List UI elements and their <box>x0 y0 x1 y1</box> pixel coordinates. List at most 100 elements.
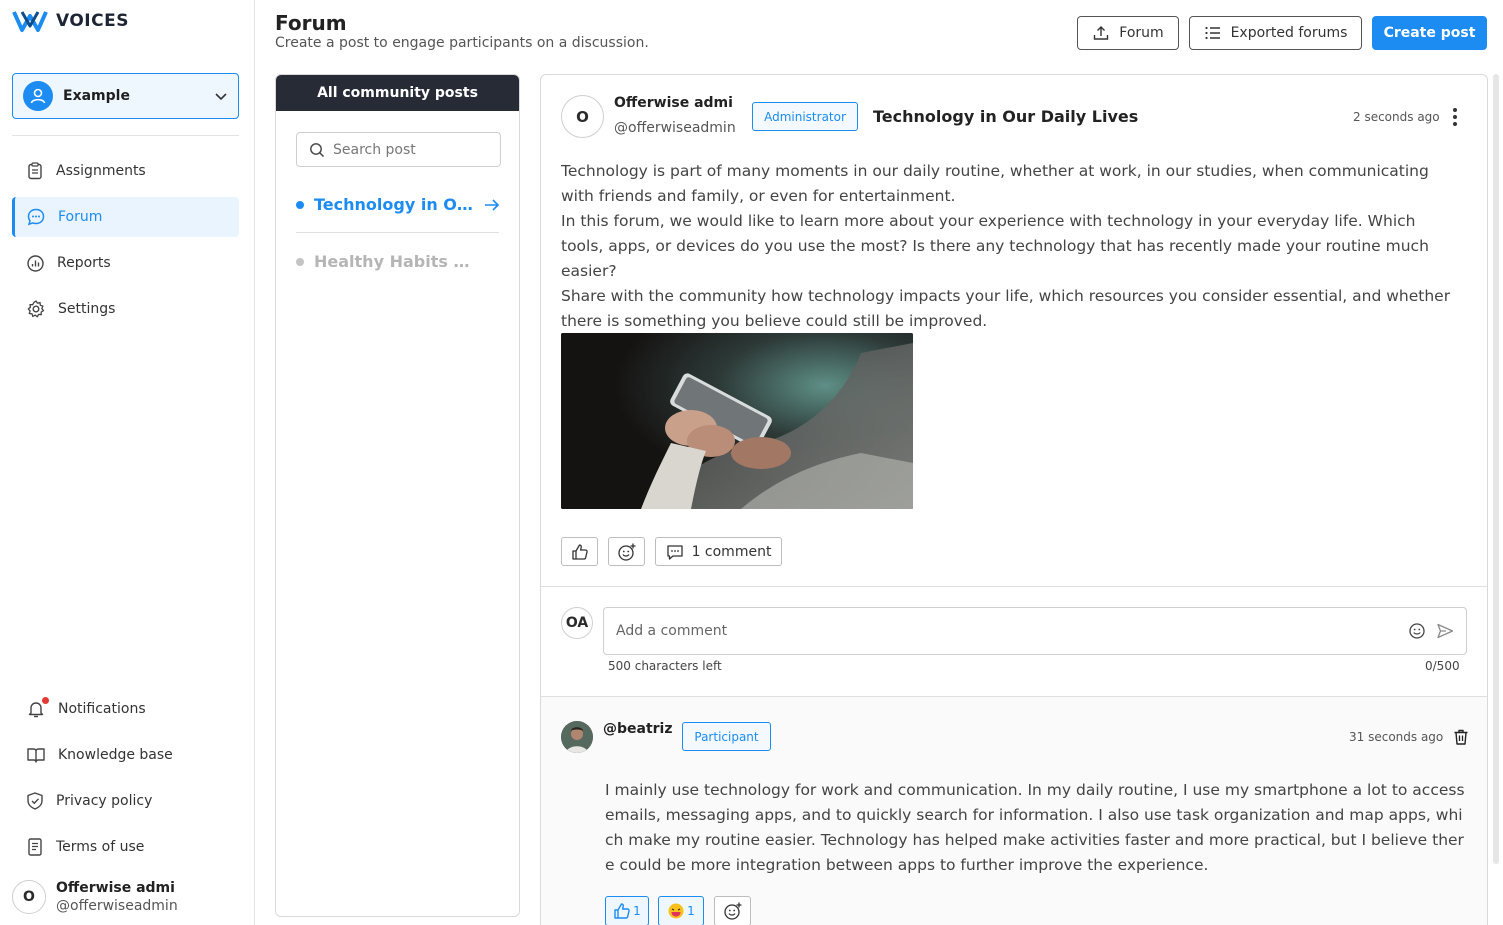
sidebar-item-terms-of-use[interactable]: Terms of use <box>12 827 239 867</box>
forum-upload-button[interactable]: Forum <box>1077 16 1179 50</box>
add-reaction-button[interactable] <box>608 537 645 566</box>
gear-icon <box>27 300 45 318</box>
sidebar-item-label: Assignments <box>56 163 146 179</box>
arrow-right-icon <box>485 198 500 211</box>
like-button[interactable] <box>561 537 598 566</box>
page-title: Forum <box>275 11 347 35</box>
voices-logo-icon <box>12 11 48 32</box>
post-list-item[interactable]: Healthy Habits and Wellbeing <box>296 252 501 271</box>
create-post-label: Create post <box>1383 25 1476 41</box>
sidebar-item-knowledge-base[interactable]: Knowledge base <box>12 735 239 775</box>
search-post-input[interactable] <box>333 141 493 158</box>
sidebar-item-label: Privacy policy <box>56 793 153 809</box>
sidebar-item-label: Knowledge base <box>58 747 173 763</box>
current-user[interactable]: O Offerwise admi @offerwiseadmin <box>12 880 178 914</box>
upload-icon <box>1094 26 1109 40</box>
search-post-box[interactable] <box>296 132 501 167</box>
comments-count-label: 1 comment <box>691 543 772 560</box>
reaction-count: 1 <box>687 904 695 918</box>
comments-button[interactable]: 1 comment <box>655 537 782 566</box>
role-badge-participant: Participant <box>682 722 771 751</box>
chevron-down-icon <box>215 93 227 101</box>
post-detail-panel: O Offerwise admi @offerwiseadmin Adminis… <box>540 74 1488 925</box>
user-icon <box>30 88 46 104</box>
commenter-avatar <box>561 721 593 753</box>
sidebar-item-settings[interactable]: Settings <box>12 289 239 329</box>
posts-list-panel: All community posts Technology in Our Da… <box>275 74 520 917</box>
sidebar-item-label: Terms of use <box>56 839 145 855</box>
post-title: Technology in Our Daily Lives <box>873 107 1139 126</box>
shield-icon <box>27 792 43 810</box>
post-paragraph: Share with the community how technology … <box>561 287 1451 330</box>
project-avatar <box>23 81 53 111</box>
brand-name: VOICES <box>56 11 129 31</box>
sidebar: VOICES Example Assignments Forum Reports… <box>0 0 255 925</box>
comment-input[interactable] <box>616 623 1408 639</box>
logo[interactable]: VOICES <box>12 8 129 34</box>
scrollbar[interactable] <box>1493 74 1499 864</box>
post-body: Technology is part of many moments in ou… <box>561 159 1461 334</box>
project-selector[interactable]: Example <box>12 73 239 119</box>
forum-button-label: Forum <box>1119 25 1164 41</box>
avatar: O <box>12 880 46 914</box>
create-post-button[interactable]: Create post <box>1372 16 1487 50</box>
chart-icon <box>27 254 44 272</box>
sidebar-item-privacy-policy[interactable]: Privacy policy <box>12 781 239 821</box>
character-count: 0/500 <box>1425 659 1460 673</box>
post-timestamp: 2 seconds ago <box>1353 110 1440 124</box>
user-name: Offerwise admi <box>56 880 175 896</box>
author-avatar: O <box>561 95 604 138</box>
reaction-count: 1 <box>633 904 641 918</box>
post-paragraph: In this forum, we would like to learn mo… <box>561 212 1429 280</box>
sidebar-divider <box>12 135 239 136</box>
add-emoji-icon <box>617 543 635 561</box>
send-icon[interactable] <box>1436 622 1454 640</box>
user-handle: @offerwiseadmin <box>56 898 178 914</box>
trash-icon[interactable] <box>1452 728 1470 746</box>
commenter-handle: @beatriz <box>603 721 673 737</box>
author-handle: @offerwiseadmin <box>614 120 736 136</box>
inactive-dot <box>296 257 304 266</box>
comment-text: I mainly use technology for work and com… <box>605 781 1465 874</box>
thumbs-up-icon <box>571 543 588 560</box>
document-icon <box>28 838 42 856</box>
comment-timestamp: 31 seconds ago <box>1349 730 1444 744</box>
book-icon <box>27 748 45 763</box>
composer-avatar: OA <box>561 607 593 639</box>
role-badge-administrator: Administrator <box>752 102 858 131</box>
sidebar-item-assignments[interactable]: Assignments <box>12 151 239 191</box>
characters-left: 500 characters left <box>608 659 722 673</box>
active-dot <box>296 200 304 209</box>
sidebar-item-label: Forum <box>58 209 103 225</box>
reaction-laugh[interactable]: 1 <box>658 896 704 925</box>
search-icon <box>310 142 325 157</box>
thumbs-up-icon <box>614 903 630 919</box>
exported-forums-label: Exported forums <box>1230 25 1348 41</box>
page-subtitle: Create a post to engage participants on … <box>275 35 649 51</box>
reaction-thumbs-up[interactable]: 1 <box>605 896 649 925</box>
sidebar-item-label: Reports <box>57 255 111 271</box>
exported-forums-button[interactable]: Exported forums <box>1189 16 1362 50</box>
sidebar-item-label: Settings <box>58 301 116 317</box>
post-list-divider <box>296 232 499 233</box>
more-options-icon[interactable] <box>1453 108 1457 126</box>
post-paragraph: Technology is part of many moments in ou… <box>561 162 1429 205</box>
notification-indicator <box>26 697 49 719</box>
project-name: Example <box>63 88 130 104</box>
author-name: Offerwise admi <box>614 95 733 111</box>
add-reaction-button[interactable] <box>714 896 751 925</box>
post-list-item-active[interactable]: Technology in Our Daily Lives <box>296 195 501 214</box>
add-emoji-icon <box>723 902 741 920</box>
sidebar-item-forum[interactable]: Forum <box>12 197 239 237</box>
comment-composer[interactable] <box>603 607 1467 655</box>
chat-icon <box>27 208 45 226</box>
sidebar-item-label: Notifications <box>58 701 146 717</box>
post-list-item-title: Healthy Habits and Wellbeing <box>314 252 474 271</box>
sidebar-item-reports[interactable]: Reports <box>12 243 239 283</box>
sidebar-item-notifications[interactable]: Notifications <box>12 689 239 729</box>
section-divider <box>541 586 1487 587</box>
clipboard-icon <box>28 162 42 180</box>
laugh-emoji-icon <box>668 903 684 919</box>
unread-dot <box>42 697 49 704</box>
emoji-icon[interactable] <box>1408 622 1426 640</box>
